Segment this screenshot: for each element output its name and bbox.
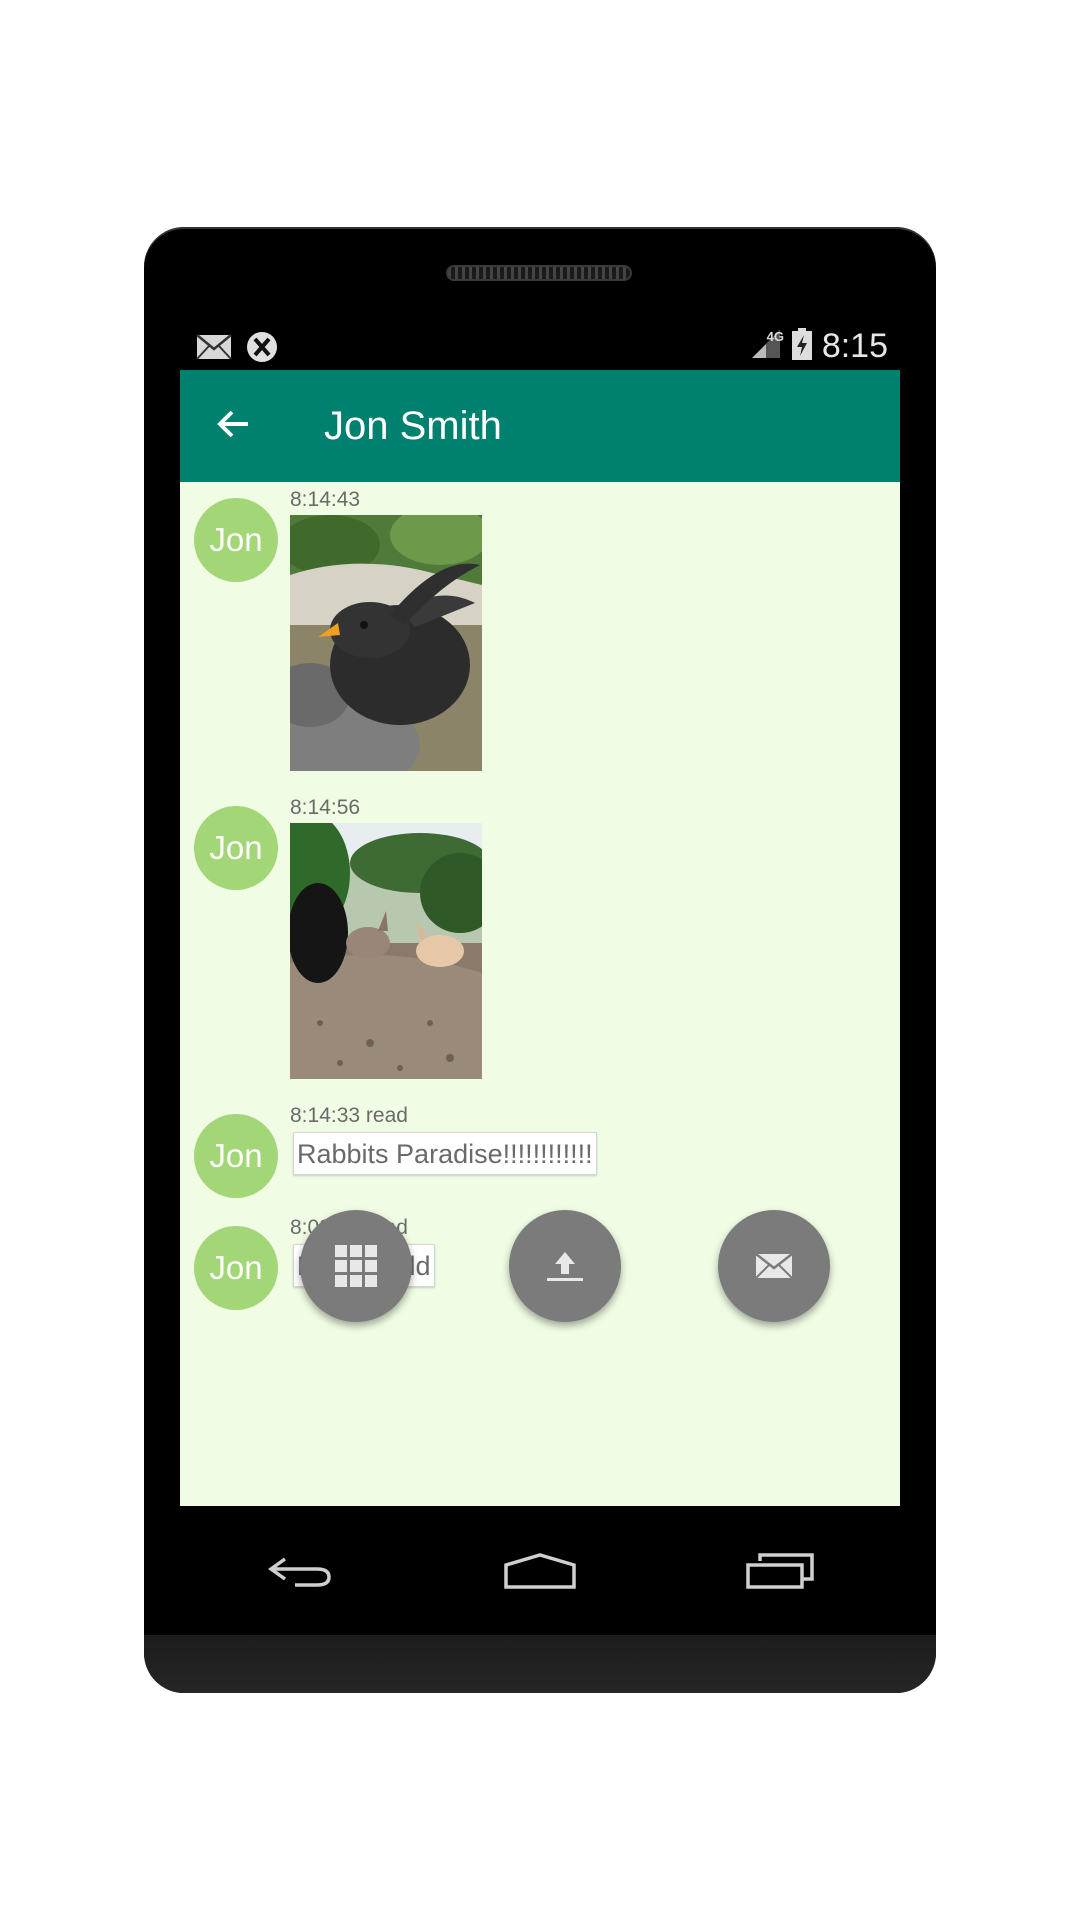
xposed-icon [246,331,278,368]
envelope-icon [755,1253,793,1279]
speaker-grille [446,265,632,281]
message-photo[interactable] [290,515,482,771]
signal-icon: 4G [750,328,784,365]
compose-button[interactable] [718,1210,830,1322]
status-bar: 4G 8:15 [180,323,900,373]
upload-button[interactable] [509,1210,621,1322]
network-label: 4G [766,329,784,344]
grid-button[interactable] [300,1210,412,1322]
nav-home-button[interactable] [485,1541,595,1601]
arrow-left-icon [217,410,248,438]
avatar[interactable]: Jon [194,1114,278,1198]
message-timestamp: 8:14:43 [290,488,361,511]
conversation-title: Jon Smith [324,404,502,448]
upload-icon [547,1252,583,1281]
phone-frame: 4G 8:15 Jon Smith Jon 8:14:43 Jon 8:14:5… [144,227,936,1693]
mail-icon [196,334,232,365]
avatar[interactable]: Jon [194,806,278,890]
navigation-bar [144,1517,936,1627]
nav-recents-button[interactable] [725,1541,835,1601]
back-nav-icon [267,1557,331,1587]
message-timestamp: 8:14:56 [290,796,361,819]
message-timestamp: 8:14:33 read [290,1104,408,1127]
grid-icon [335,1245,377,1287]
message-photo[interactable] [290,823,482,1079]
app-bar: Jon Smith [180,370,900,482]
battery-charging-icon [791,328,812,365]
recents-nav-icon [746,1553,814,1589]
home-nav-icon [504,1553,576,1589]
nav-back-button[interactable] [245,1541,355,1601]
back-button[interactable] [214,404,254,444]
avatar[interactable]: Jon [194,1226,278,1310]
message-bubble[interactable]: Rabbits Paradise!!!!!!!!!!!! [293,1132,597,1175]
phone-chin [144,1635,936,1693]
status-time: 8:15 [821,327,888,365]
chat-screen: Jon Smith Jon 8:14:43 Jon 8:14:56 Jon 8:… [180,370,900,1506]
avatar[interactable]: Jon [194,498,278,582]
